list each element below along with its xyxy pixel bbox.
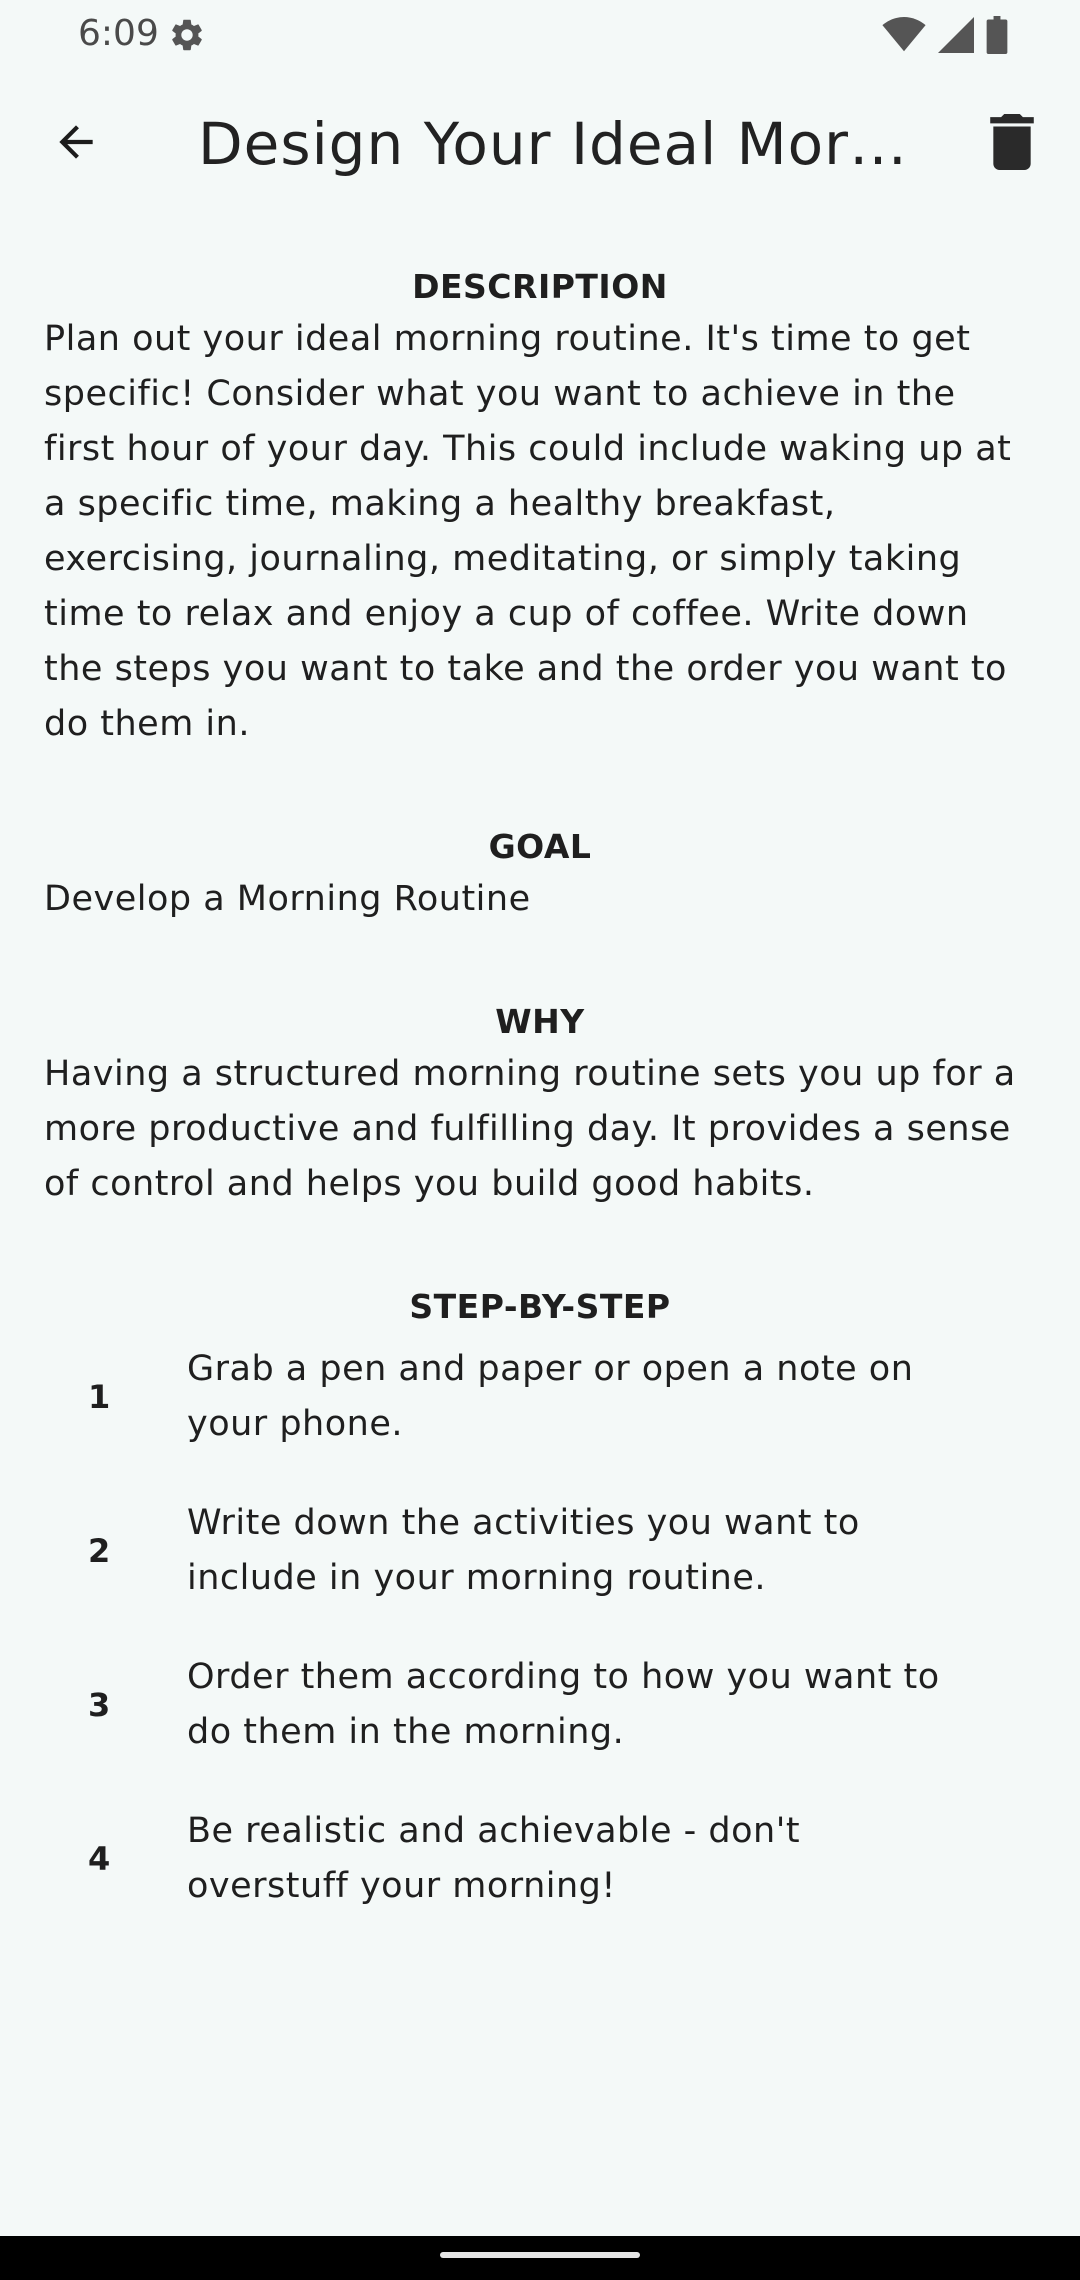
step-text: Be realistic and achievable - don't over… — [187, 1811, 801, 1906]
goal-heading: GOAL — [488, 827, 592, 866]
why-heading: WHY — [495, 1002, 585, 1041]
status-time: 6:09 — [78, 13, 159, 54]
battery-icon — [986, 16, 1008, 58]
wifi-icon — [882, 17, 926, 57]
step-text: Write down the activities you want to in… — [187, 1503, 860, 1598]
goal-text: Develop a Morning Routine — [44, 879, 531, 919]
delete-button[interactable] — [976, 108, 1048, 180]
app-bar: Design Your Ideal Mor… — [0, 92, 1080, 196]
settings-gear-icon — [168, 16, 206, 54]
steps-list: 1 Grab a pen and paper or open a note on… — [44, 1342, 1036, 1914]
step-text: Order them according to how you want to … — [187, 1657, 940, 1752]
page-title: Design Your Ideal Mor… — [198, 110, 909, 178]
step-item: 2 Write down the activities you want to … — [44, 1496, 1036, 1606]
navigation-bar — [0, 2236, 1080, 2280]
back-button[interactable] — [40, 108, 112, 180]
cellular-signal-icon — [938, 17, 974, 57]
steps-heading: STEP-BY-STEP — [409, 1287, 671, 1326]
description-text: Plan out your ideal morning routine. It'… — [44, 319, 1012, 744]
description-section: DESCRIPTION Plan out your ideal morning … — [44, 262, 1036, 752]
why-text: Having a structured morning routine sets… — [44, 1054, 1016, 1204]
trash-icon — [988, 114, 1036, 174]
description-heading: DESCRIPTION — [412, 267, 668, 306]
home-gesture-handle[interactable] — [440, 2252, 640, 2258]
goal-details: DESCRIPTION Plan out your ideal morning … — [44, 262, 1036, 1984]
step-item: 4 Be realistic and achievable - don't ov… — [44, 1804, 1036, 1914]
step-number: 4 — [88, 1840, 111, 1878]
step-number: 1 — [88, 1378, 111, 1416]
goal-section: GOAL Develop a Morning Routine — [44, 822, 1036, 927]
status-icons — [882, 16, 1008, 58]
status-bar: 6:09 — [0, 0, 1080, 70]
arrow-back-icon — [51, 117, 101, 171]
steps-section: STEP-BY-STEP 1 Grab a pen and paper or o… — [44, 1282, 1036, 1914]
step-item: 1 Grab a pen and paper or open a note on… — [44, 1342, 1036, 1452]
why-section: WHY Having a structured morning routine … — [44, 997, 1036, 1212]
step-number: 3 — [88, 1686, 111, 1724]
step-text: Grab a pen and paper or open a note on y… — [187, 1349, 914, 1444]
step-item: 3 Order them according to how you want t… — [44, 1650, 1036, 1760]
step-number: 2 — [88, 1532, 111, 1570]
